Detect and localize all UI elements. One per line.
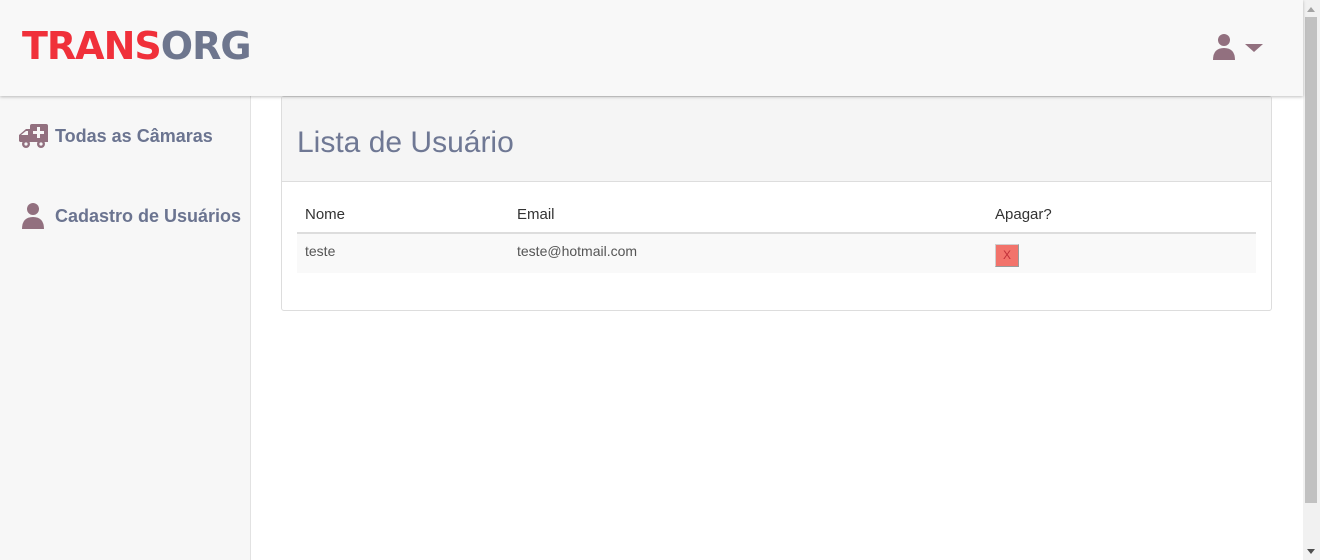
- ambulance-icon: [19, 124, 48, 148]
- users-table: Nome Email Apagar? teste teste@hotmail.c…: [297, 197, 1256, 273]
- vertical-scrollbar[interactable]: [1303, 0, 1320, 560]
- cell-nome: teste: [297, 233, 509, 273]
- column-header-apagar: Apagar?: [987, 197, 1256, 234]
- logo-org: ORG: [160, 24, 252, 68]
- panel-header: Lista de Usuário: [282, 97, 1271, 182]
- user-list-panel: Lista de Usuário Nome Email Apagar? test…: [281, 96, 1272, 311]
- scroll-up-arrow-icon[interactable]: [1307, 7, 1315, 12]
- sidebar-item-label: Cadastro de Usuários: [55, 205, 242, 226]
- cell-apagar: X: [987, 233, 1256, 273]
- column-header-nome: Nome: [297, 197, 509, 234]
- logo[interactable]: TRANSORG: [22, 24, 252, 68]
- cell-email: teste@hotmail.com: [509, 233, 987, 273]
- sidebar-item-todas-camaras[interactable]: Todas as Câmaras: [18, 120, 213, 152]
- page-title: Lista de Usuário: [297, 126, 514, 159]
- sidebar: Todas as Câmaras Cadastro de Usuários: [0, 96, 251, 560]
- delete-user-button[interactable]: X: [995, 244, 1019, 267]
- user-icon: [1213, 34, 1235, 60]
- scroll-down-arrow-icon[interactable]: [1307, 549, 1315, 554]
- app-root: TRANSORG Todas as Câmaras Cadastro de Us…: [0, 0, 1320, 560]
- sidebar-item-label: Todas as Câmaras: [55, 125, 213, 146]
- table-header-row: Nome Email Apagar?: [297, 197, 1256, 234]
- logo-trans: TRANS: [22, 24, 162, 68]
- user-menu-button[interactable]: [1212, 33, 1266, 61]
- caret-down-icon: [1245, 44, 1263, 52]
- user-icon: [22, 203, 44, 229]
- sidebar-item-cadastro-usuarios[interactable]: Cadastro de Usuários: [18, 200, 241, 232]
- scrollbar-thumb[interactable]: [1305, 17, 1317, 503]
- table-row: teste teste@hotmail.com X: [297, 233, 1256, 273]
- column-header-email: Email: [509, 197, 987, 234]
- top-header: TRANSORG: [0, 0, 1303, 96]
